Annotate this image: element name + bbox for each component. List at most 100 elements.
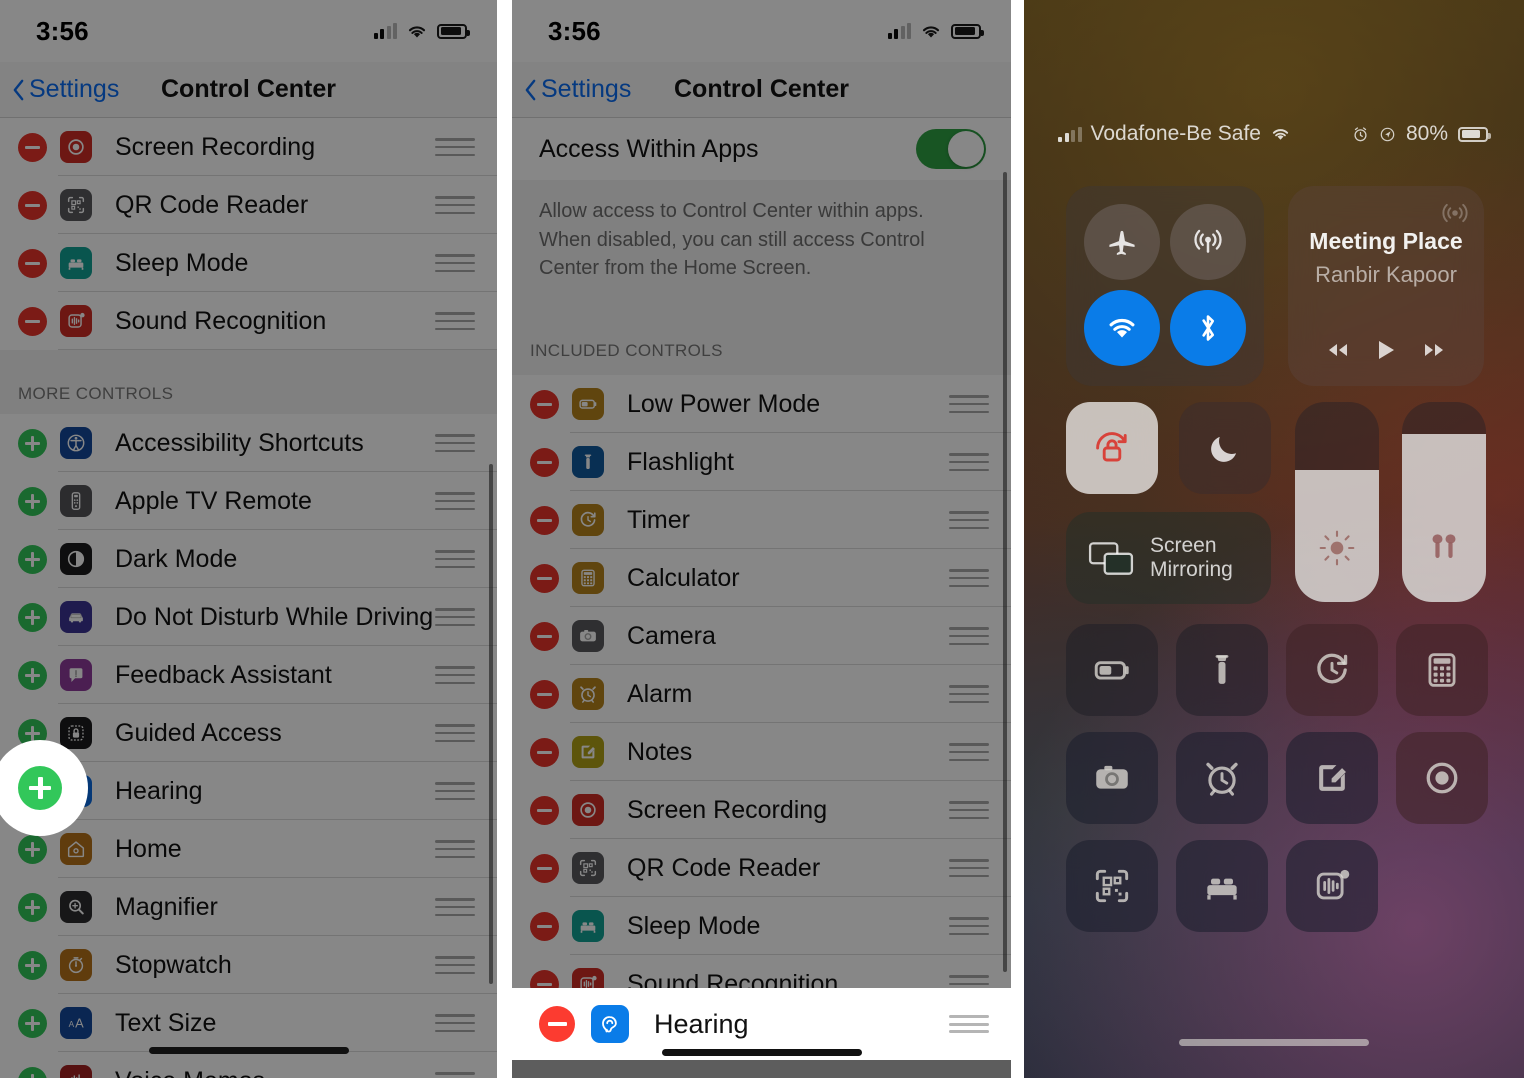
calculator-tile[interactable] <box>1396 624 1488 716</box>
alarm-tile[interactable] <box>1176 732 1268 824</box>
remove-hearing-button[interactable] <box>539 1006 575 1042</box>
add-control-button[interactable] <box>18 486 47 516</box>
volume-slider[interactable] <box>1402 402 1486 602</box>
add-control-button[interactable] <box>18 834 47 864</box>
settings-row[interactable]: Feedback Assistant <box>0 646 497 704</box>
reorder-handle-icon[interactable] <box>435 956 475 974</box>
settings-row[interactable]: Sound Recognition <box>0 292 497 350</box>
rewind-icon[interactable] <box>1323 340 1353 360</box>
timer-tile[interactable] <box>1286 624 1378 716</box>
reorder-handle-icon[interactable] <box>435 724 475 742</box>
add-control-button[interactable] <box>18 660 47 690</box>
play-icon[interactable] <box>1375 338 1397 362</box>
add-control-button[interactable] <box>18 602 47 632</box>
back-to-settings-button[interactable]: Settings <box>512 75 631 104</box>
settings-row[interactable]: QR Code Reader <box>512 839 1011 897</box>
reorder-handle-icon[interactable] <box>949 859 989 877</box>
access-within-apps-toggle[interactable] <box>916 129 986 169</box>
do-not-disturb-tile[interactable] <box>1179 402 1271 494</box>
screen-recording-tile[interactable] <box>1396 732 1488 824</box>
wifi-toggle-icon[interactable] <box>1084 290 1160 366</box>
settings-row[interactable]: Calculator <box>512 549 1011 607</box>
settings-row[interactable]: Sleep Mode <box>512 897 1011 955</box>
reorder-handle-icon[interactable] <box>949 453 989 471</box>
reorder-handle-icon[interactable] <box>435 1014 475 1032</box>
screen-mirroring-tile[interactable]: Screen Mirroring <box>1066 512 1271 604</box>
airplane-mode-icon[interactable] <box>1084 204 1160 280</box>
connectivity-tile[interactable] <box>1066 186 1264 386</box>
reorder-handle-icon[interactable] <box>435 254 475 272</box>
reorder-handle-icon[interactable] <box>435 492 475 510</box>
settings-row[interactable]: Voice Memos <box>0 1052 497 1078</box>
reorder-handle-icon[interactable] <box>435 898 475 916</box>
settings-row[interactable]: Dark Mode <box>0 530 497 588</box>
settings-row[interactable]: Screen Recording <box>512 781 1011 839</box>
remove-control-button[interactable] <box>18 306 47 336</box>
reorder-handle-icon[interactable] <box>435 608 475 626</box>
reorder-handle-icon[interactable] <box>435 312 475 330</box>
remove-control-button[interactable] <box>530 505 559 535</box>
back-to-settings-button[interactable]: Settings <box>0 75 119 104</box>
remove-control-button[interactable] <box>530 389 559 419</box>
fast-forward-icon[interactable] <box>1419 340 1449 360</box>
reorder-handle-icon[interactable] <box>949 395 989 413</box>
settings-row[interactable]: Guided Access <box>0 704 497 762</box>
reorder-handle-icon[interactable] <box>949 569 989 587</box>
remove-control-button[interactable] <box>530 911 559 941</box>
settings-row[interactable]: Flashlight <box>512 433 1011 491</box>
settings-row[interactable]: Camera <box>512 607 1011 665</box>
sound-recognition-tile[interactable] <box>1286 840 1378 932</box>
add-control-button[interactable] <box>18 950 47 980</box>
settings-row[interactable]: QR Code Reader <box>0 176 497 234</box>
access-within-apps-row[interactable]: Access Within Apps <box>512 118 1011 180</box>
low-power-mode-tile[interactable] <box>1066 624 1158 716</box>
remove-control-button[interactable] <box>530 853 559 883</box>
qr-code-tile[interactable] <box>1066 840 1158 932</box>
reorder-handle-icon[interactable] <box>949 743 989 761</box>
add-hearing-button[interactable] <box>18 766 62 810</box>
reorder-handle-icon[interactable] <box>949 1015 989 1033</box>
settings-row[interactable]: Notes <box>512 723 1011 781</box>
add-control-button[interactable] <box>18 1066 47 1078</box>
reorder-handle-icon[interactable] <box>949 685 989 703</box>
settings-row[interactable]: Alarm <box>512 665 1011 723</box>
remove-control-button[interactable] <box>530 563 559 593</box>
settings-row[interactable]: Accessibility Shortcuts <box>0 414 497 472</box>
reorder-handle-icon[interactable] <box>435 840 475 858</box>
remove-control-button[interactable] <box>530 621 559 651</box>
settings-row[interactable]: Low Power Mode <box>512 375 1011 433</box>
remove-control-button[interactable] <box>530 737 559 767</box>
settings-row[interactable]: Magnifier <box>0 878 497 936</box>
reorder-handle-icon[interactable] <box>435 782 475 800</box>
settings-row[interactable]: Apple TV Remote <box>0 472 497 530</box>
settings-row[interactable]: Stopwatch <box>0 936 497 994</box>
camera-tile[interactable] <box>1066 732 1158 824</box>
reorder-handle-icon[interactable] <box>435 666 475 684</box>
reorder-handle-icon[interactable] <box>949 801 989 819</box>
reorder-handle-icon[interactable] <box>435 196 475 214</box>
reorder-handle-icon[interactable] <box>949 917 989 935</box>
settings-row[interactable]: Do Not Disturb While Driving <box>0 588 497 646</box>
now-playing-tile[interactable]: Meeting Place Ranbir Kapoor <box>1288 186 1484 386</box>
brightness-slider[interactable] <box>1295 402 1379 602</box>
settings-row[interactable]: Timer <box>512 491 1011 549</box>
remove-control-button[interactable] <box>18 190 47 220</box>
reorder-handle-icon[interactable] <box>949 627 989 645</box>
airplay-icon[interactable] <box>1440 198 1470 228</box>
settings-row[interactable]: Home <box>0 820 497 878</box>
scroll-indicator[interactable] <box>489 464 493 984</box>
reorder-handle-icon[interactable] <box>949 511 989 529</box>
notes-tile[interactable] <box>1286 732 1378 824</box>
settings-row[interactable]: A A Text Size <box>0 994 497 1052</box>
remove-control-button[interactable] <box>18 132 47 162</box>
reorder-handle-icon[interactable] <box>435 434 475 452</box>
sleep-mode-tile[interactable] <box>1176 840 1268 932</box>
add-control-button[interactable] <box>18 428 47 458</box>
rotation-lock-tile[interactable] <box>1066 402 1158 494</box>
add-control-button[interactable] <box>18 544 47 574</box>
remove-control-button[interactable] <box>530 679 559 709</box>
reorder-handle-icon[interactable] <box>435 1072 475 1078</box>
cellular-data-icon[interactable] <box>1170 204 1246 280</box>
scroll-indicator[interactable] <box>1003 172 1007 972</box>
flashlight-tile[interactable] <box>1176 624 1268 716</box>
